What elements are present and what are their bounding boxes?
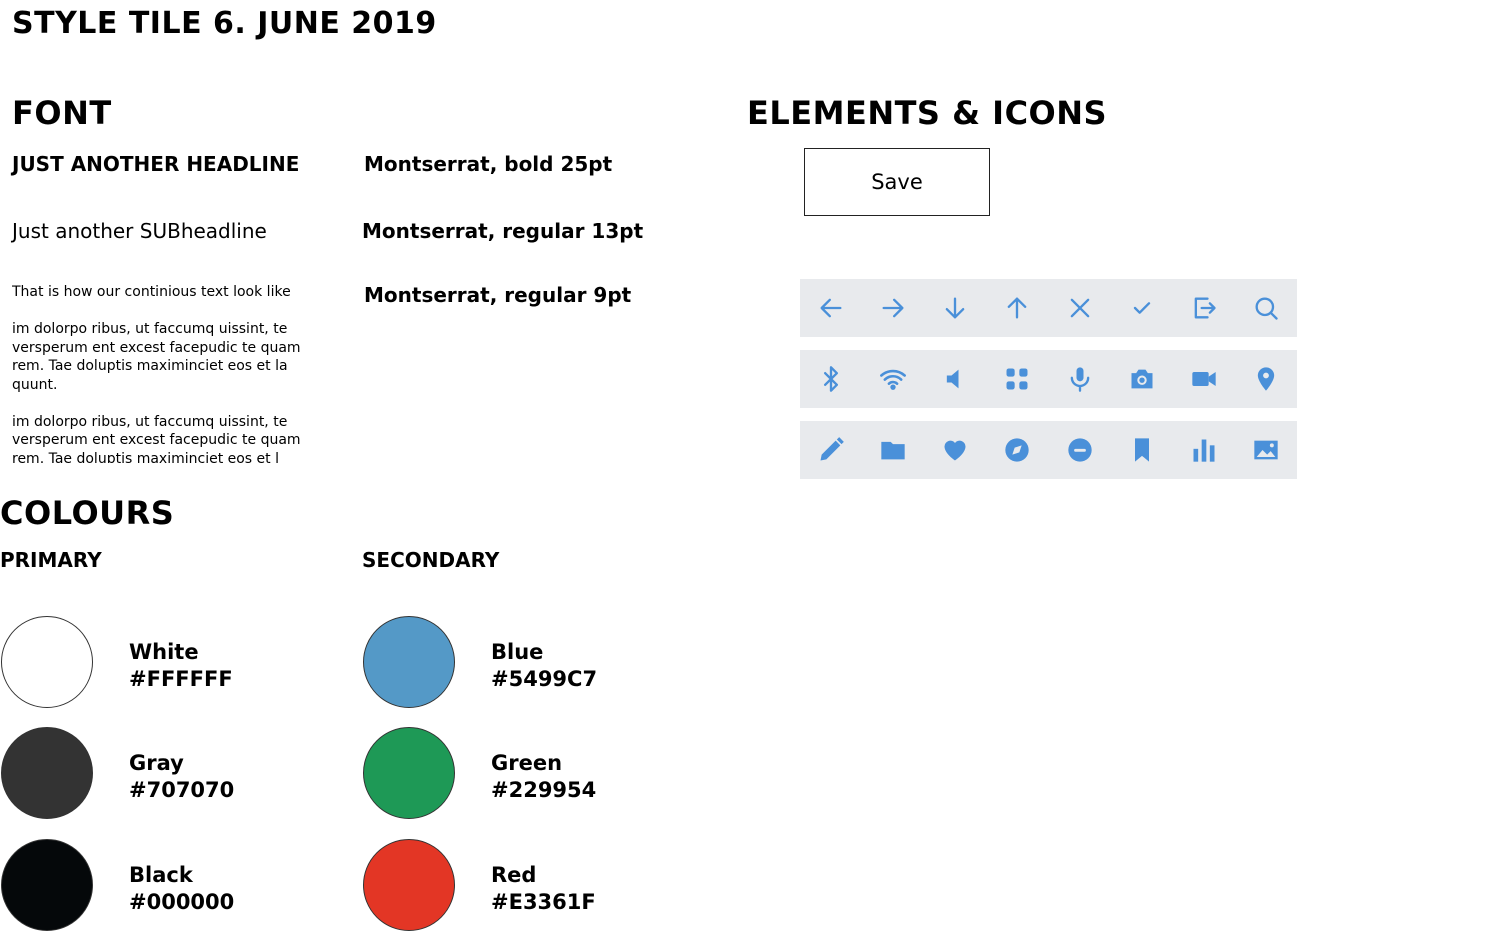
swatch-white: [1, 616, 93, 708]
close-icon[interactable]: [1065, 293, 1095, 323]
color-name: Red: [491, 863, 537, 887]
folder-icon[interactable]: [878, 435, 908, 465]
arrow-left-icon[interactable]: [816, 293, 846, 323]
bluetooth-icon[interactable]: [816, 364, 846, 394]
body-text-spec: Montserrat, regular 9pt: [364, 283, 632, 307]
colours-section-heading: COLOURS: [0, 494, 175, 532]
arrow-up-icon[interactable]: [1002, 293, 1032, 323]
camera-icon[interactable]: [1127, 364, 1157, 394]
subheadline-sample: Just another SUBheadline: [12, 219, 267, 243]
swatch-black-label: Black #000000: [129, 862, 234, 916]
color-name: Green: [491, 751, 563, 775]
apps-grid-icon[interactable]: [1002, 364, 1032, 394]
swatch-green-label: Green #229954: [491, 750, 596, 804]
swatch-green: [363, 727, 455, 819]
primary-colours-label: PRIMARY: [0, 548, 102, 572]
search-icon[interactable]: [1251, 293, 1281, 323]
arrow-down-icon[interactable]: [940, 293, 970, 323]
color-name: Black: [129, 863, 193, 887]
color-hex: #229954: [491, 778, 597, 802]
icon-row-content: [800, 421, 1297, 479]
color-name: Gray: [129, 751, 184, 775]
color-hex: #707070: [129, 778, 235, 802]
wifi-icon[interactable]: [878, 364, 908, 394]
color-name: White: [129, 640, 199, 664]
swatch-black: [1, 839, 93, 931]
swatch-blue: [363, 616, 455, 708]
check-icon[interactable]: [1127, 293, 1157, 323]
arrow-right-icon[interactable]: [878, 293, 908, 323]
pencil-icon[interactable]: [816, 435, 846, 465]
color-hex: #000000: [129, 890, 235, 914]
subheadline-spec: Montserrat, regular 13pt: [362, 219, 644, 243]
swatch-gray-label: Gray #707070: [129, 750, 234, 804]
body-text-sample: That is how our continious text look lik…: [12, 283, 332, 463]
minus-circle-icon[interactable]: [1065, 435, 1095, 465]
volume-icon[interactable]: [940, 364, 970, 394]
save-button[interactable]: Save: [804, 148, 990, 216]
icon-row-navigation: [800, 279, 1297, 337]
logout-icon[interactable]: [1189, 293, 1219, 323]
swatch-red-label: Red #E3361F: [491, 862, 596, 916]
body-text-intro: That is how our continious text look lik…: [12, 284, 291, 300]
elements-section-heading: ELEMENTS & ICONS: [747, 94, 1108, 132]
bookmark-icon[interactable]: [1127, 435, 1157, 465]
swatch-red: [363, 839, 455, 931]
swatch-gray: [1, 727, 93, 819]
image-icon[interactable]: [1251, 435, 1281, 465]
font-section-heading: FONT: [12, 94, 112, 132]
headline-spec: Montserrat, bold 25pt: [364, 152, 613, 176]
color-hex: #E3361F: [491, 890, 596, 914]
microphone-icon[interactable]: [1065, 364, 1095, 394]
body-paragraph: im dolorpo ribus, ut faccumq uissint, te…: [12, 321, 301, 393]
body-paragraph: im dolorpo ribus, ut faccumq uissint, te…: [12, 413, 301, 464]
swatch-blue-label: Blue #5499C7: [491, 639, 597, 693]
headline-sample: JUST ANOTHER HEADLINE: [12, 152, 300, 176]
color-hex: #5499C7: [491, 667, 598, 691]
color-name: Blue: [491, 640, 544, 664]
video-camera-icon[interactable]: [1189, 364, 1219, 394]
compass-icon[interactable]: [1002, 435, 1032, 465]
swatch-white-label: White #FFFFFF: [129, 639, 233, 693]
icon-row-device: [800, 350, 1297, 408]
secondary-colours-label: SECONDARY: [362, 548, 500, 572]
page-title: STYLE TILE 6. JUNE 2019: [12, 6, 437, 41]
color-hex: #FFFFFF: [129, 667, 233, 691]
bar-chart-icon[interactable]: [1189, 435, 1219, 465]
heart-icon[interactable]: [940, 435, 970, 465]
location-pin-icon[interactable]: [1251, 364, 1281, 394]
